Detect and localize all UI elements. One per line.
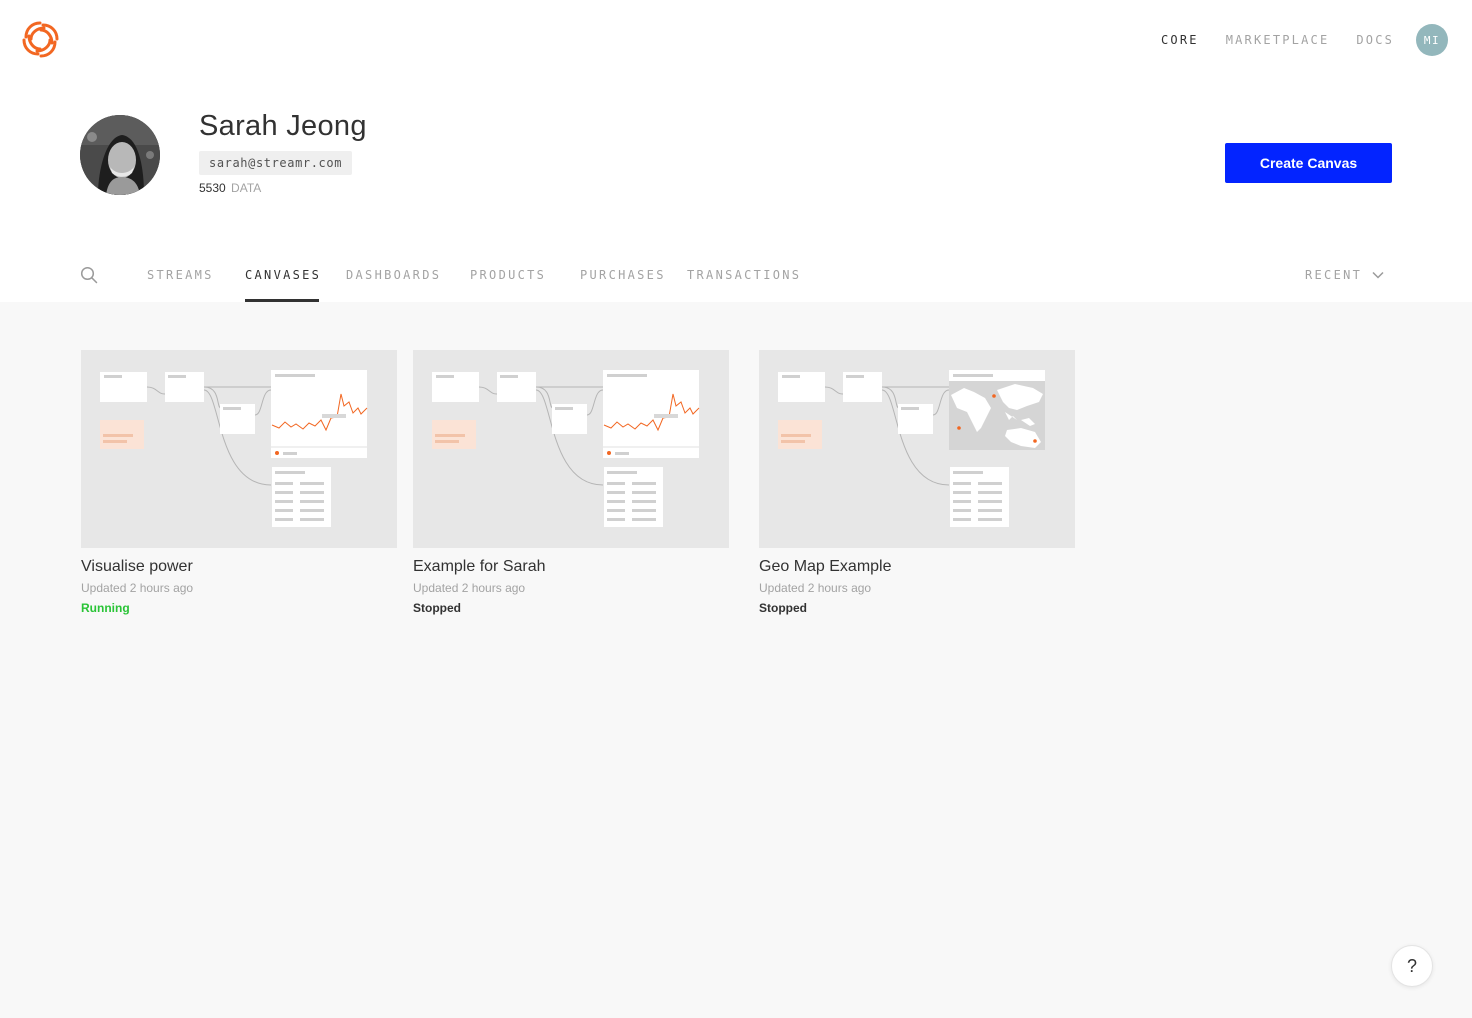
canvas-title[interactable]: Geo Map Example <box>759 557 1075 577</box>
canvas-title[interactable]: Visualise power <box>81 557 397 577</box>
canvas-thumbnail[interactable] <box>81 350 397 548</box>
canvas-title[interactable]: Example for Sarah <box>413 557 729 577</box>
active-tab-indicator <box>245 299 319 302</box>
create-canvas-button[interactable]: Create Canvas <box>1225 143 1392 183</box>
help-button[interactable]: ? <box>1391 945 1433 987</box>
canvas-updated: Updated 2 hours ago <box>413 581 526 595</box>
profile-name: Sarah Jeong <box>199 110 367 142</box>
profile-balance: 5530 DATA <box>199 181 261 195</box>
canvas-updated: Updated 2 hours ago <box>759 581 872 595</box>
tab-transactions[interactable]: TRANSACTIONS <box>687 267 801 283</box>
streamr-logo-icon[interactable] <box>20 19 61 60</box>
canvas-card[interactable]: Geo Map Example Updated 2 hours ago Stop… <box>759 350 1075 616</box>
canvas-card[interactable]: Visualise power Updated 2 hours ago Runn… <box>81 350 397 616</box>
canvas-updated: Updated 2 hours ago <box>81 581 194 595</box>
profile-photo-image <box>80 115 160 195</box>
nav-link-docs[interactable]: DOCS <box>1356 32 1394 48</box>
profile-avatar <box>80 115 160 195</box>
top-nav: CORE MARKETPLACE DOCS <box>1161 32 1421 48</box>
balance-unit: DATA <box>231 181 262 195</box>
canvas-status: Running <box>81 601 130 615</box>
tab-products[interactable]: PRODUCTS <box>470 267 546 283</box>
tab-dashboards[interactable]: DASHBOARDS <box>346 267 441 283</box>
tab-streams[interactable]: STREAMS <box>147 267 214 283</box>
user-avatar-button[interactable]: MI <box>1416 24 1448 56</box>
nav-link-core[interactable]: CORE <box>1161 32 1199 48</box>
header: CORE MARKETPLACE DOCS MI Sarah Jeong sar… <box>0 0 1472 302</box>
tab-canvases[interactable]: CANVASES <box>245 267 321 283</box>
search-icon[interactable] <box>80 266 98 284</box>
chevron-down-icon <box>1372 271 1384 279</box>
balance-value: 5530 <box>199 181 226 195</box>
sort-label: RECENT <box>1305 268 1363 282</box>
tab-purchases[interactable]: PURCHASES <box>580 267 666 283</box>
canvas-status: Stopped <box>759 601 807 615</box>
canvas-status: Stopped <box>413 601 461 615</box>
canvas-card[interactable]: Example for Sarah Updated 2 hours ago St… <box>413 350 729 616</box>
sort-dropdown[interactable]: RECENT <box>1305 267 1384 283</box>
canvas-thumbnail[interactable] <box>759 350 1075 548</box>
canvas-thumbnail[interactable] <box>413 350 729 548</box>
profile-email: sarah@streamr.com <box>199 151 353 175</box>
nav-link-marketplace[interactable]: MARKETPLACE <box>1226 32 1330 48</box>
